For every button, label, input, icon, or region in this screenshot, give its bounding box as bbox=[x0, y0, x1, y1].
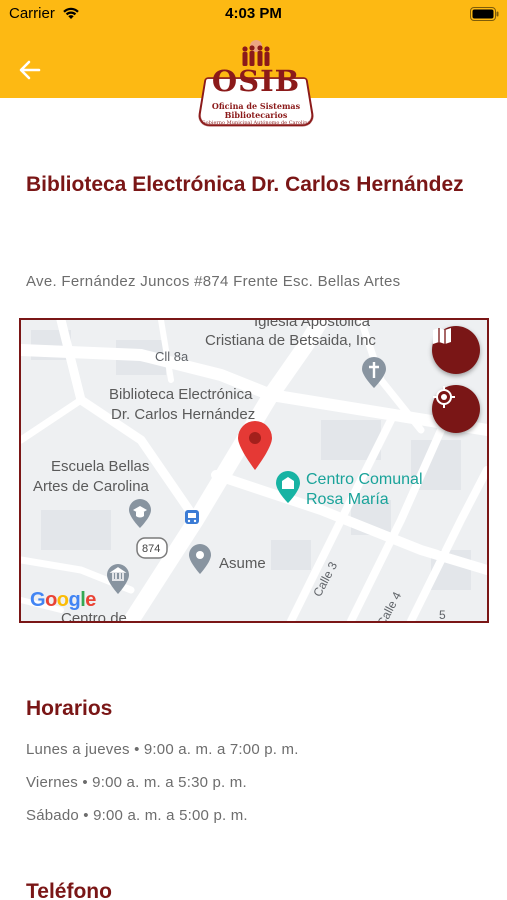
schedule-heading: Horarios bbox=[26, 697, 113, 720]
phone-heading: Teléfono bbox=[26, 880, 112, 900]
schedule-row-weekdays: Lunes a jueves • 9:00 a. m. a 7:00 p. m. bbox=[26, 741, 299, 758]
locate-button[interactable] bbox=[432, 385, 480, 433]
map-label-road-874: 874 bbox=[142, 543, 161, 555]
osib-logo: OSIB Oficina de Sistemas Bibliotecarios … bbox=[193, 34, 319, 132]
map-label-church: Cristiana de Betsaida, Inc bbox=[205, 332, 376, 349]
schedule-row-friday: Viernes • 9:00 a. m. a 5:30 p. m. bbox=[26, 774, 247, 791]
location-map[interactable]: Iglesia Apostólica Cristiana de Betsaida… bbox=[19, 318, 489, 623]
library-address: Ave. Fernández Juncos #874 Frente Esc. B… bbox=[26, 273, 401, 290]
arrow-left-icon bbox=[19, 60, 41, 80]
map-label-community-1: Centro Comunal bbox=[306, 471, 423, 488]
map-label-school-2: Artes de Carolina bbox=[33, 478, 149, 495]
open-map-button[interactable] bbox=[432, 326, 480, 374]
map-label-calle5: 5 bbox=[439, 608, 446, 622]
logo-subtitle-3: Gobierno Municipal Autónomo de Carolina bbox=[201, 120, 311, 126]
library-name: Biblioteca Electrónica Dr. Carlos Hernán… bbox=[26, 173, 464, 196]
status-bar: Carrier 4:03 PM bbox=[0, 0, 507, 28]
library-location-marker bbox=[238, 421, 272, 470]
battery-icon bbox=[470, 7, 499, 21]
crosshair-icon bbox=[433, 386, 455, 408]
back-button[interactable] bbox=[14, 54, 46, 86]
map-label-community-2: Rosa María bbox=[306, 491, 389, 508]
map-label-street-cll8a: Cll 8a bbox=[155, 349, 189, 364]
map-label-asume: Asume bbox=[219, 555, 266, 572]
map-label-library-1: Biblioteca Electrónica bbox=[109, 386, 253, 403]
map-label-church-top: Iglesia Apostólica bbox=[254, 318, 370, 330]
google-logo[interactable]: Google bbox=[30, 589, 96, 612]
schedule-row-saturday: Sábado • 9:00 a. m. a 5:00 p. m. bbox=[26, 807, 248, 824]
map-label-library-2: Dr. Carlos Hernández bbox=[111, 406, 256, 423]
logo-title: OSIB bbox=[211, 64, 301, 98]
library-detail-screen: Carrier 4:03 PM OSIB Oficina de Sistemas… bbox=[0, 0, 507, 900]
map-label-school-1: Escuela Bellas bbox=[51, 458, 150, 475]
status-time: 4:03 PM bbox=[225, 5, 282, 22]
map-icon bbox=[433, 328, 451, 344]
logo-subtitle-2: Bibliotecarios bbox=[224, 110, 288, 120]
